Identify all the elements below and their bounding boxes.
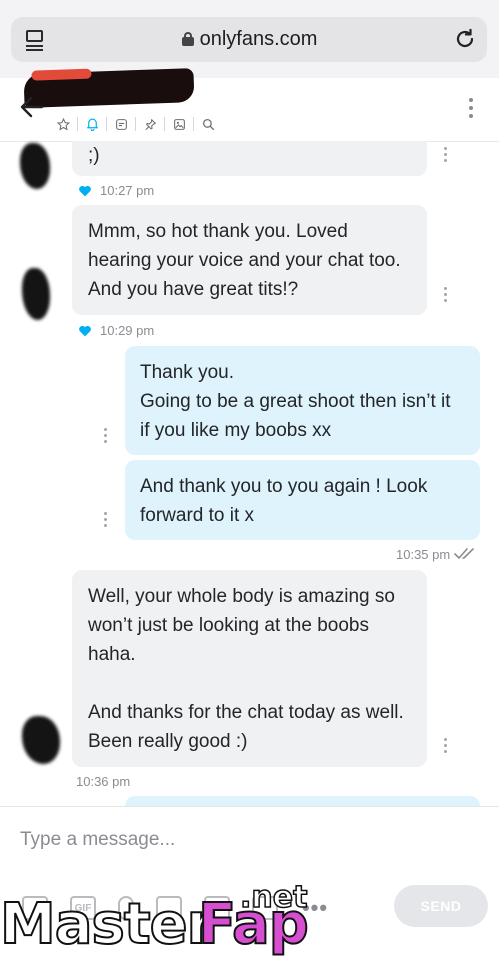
message-timestamp: 10:36 pm <box>76 774 131 789</box>
divider <box>164 117 165 131</box>
message-more-icon[interactable] <box>104 428 107 443</box>
divider <box>106 117 107 131</box>
browser-toolbar: onlyfans.com <box>0 0 499 78</box>
message-more-icon[interactable] <box>104 512 107 527</box>
message-timestamp: 10:29 pm <box>78 323 154 338</box>
send-button[interactable]: SEND <box>394 885 488 927</box>
gif-icon[interactable]: GIF <box>70 896 96 920</box>
bell-icon[interactable] <box>84 116 100 132</box>
chat-header <box>0 68 499 142</box>
message-text: Well, your whole body is amazing so won’… <box>88 586 404 752</box>
chat-action-icons <box>55 115 216 133</box>
message-more-icon[interactable] <box>444 147 447 162</box>
vault-icon[interactable] <box>156 896 182 920</box>
message-timestamp: 10:35 pm <box>396 547 478 562</box>
search-icon[interactable] <box>200 116 216 132</box>
message-bubble-outgoing[interactable]: Thank you. Going to be a great shoot the… <box>125 346 480 455</box>
message-more-icon[interactable] <box>444 287 447 302</box>
calendar-icon[interactable] <box>252 896 278 920</box>
heart-icon[interactable] <box>78 184 92 197</box>
microphone-icon[interactable] <box>118 896 134 920</box>
double-check-icon <box>454 548 475 560</box>
composer-tools: GIF ••• <box>22 895 330 921</box>
back-arrow-icon[interactable] <box>20 96 44 118</box>
message-timestamp: 10:27 pm <box>78 183 154 198</box>
note-icon[interactable] <box>113 116 129 132</box>
image-icon[interactable] <box>171 116 187 132</box>
pin-icon[interactable] <box>142 116 158 132</box>
divider <box>193 117 194 131</box>
message-bubble-incoming[interactable]: ;) <box>72 141 427 176</box>
message-bubble-outgoing[interactable]: And thank you to you again ! Look forwar… <box>125 460 480 540</box>
image-upload-icon[interactable] <box>22 896 48 920</box>
message-input[interactable] <box>20 829 460 851</box>
message-text: And thank you to you again ! Look forwar… <box>140 476 428 526</box>
divider <box>77 117 78 131</box>
message-composer: GIF ••• SEND <box>0 806 499 960</box>
star-icon[interactable] <box>55 116 71 132</box>
avatar <box>22 716 60 764</box>
header-more-icon[interactable] <box>469 98 473 118</box>
message-more-icon[interactable] <box>444 738 447 753</box>
avatar <box>22 268 50 320</box>
url-display[interactable]: onlyfans.com <box>0 28 499 51</box>
more-options-icon[interactable]: ••• <box>300 895 330 920</box>
price-tag-icon[interactable] <box>204 896 230 920</box>
message-text: Mmm, so hot thank you. Loved hearing you… <box>88 221 401 300</box>
redacted-username <box>23 68 195 108</box>
message-text: Thank you. Going to be a great shoot the… <box>140 362 451 441</box>
message-text: ;) <box>88 145 100 166</box>
message-bubble-incoming[interactable]: Well, your whole body is amazing so won’… <box>72 570 427 767</box>
message-bubble-incoming[interactable]: Mmm, so hot thank you. Loved hearing you… <box>72 205 427 315</box>
url-text: onlyfans.com <box>199 28 318 50</box>
lock-icon <box>181 32 194 46</box>
avatar <box>20 143 50 189</box>
heart-icon[interactable] <box>78 324 92 337</box>
divider <box>135 117 136 131</box>
reload-icon[interactable] <box>454 28 476 50</box>
